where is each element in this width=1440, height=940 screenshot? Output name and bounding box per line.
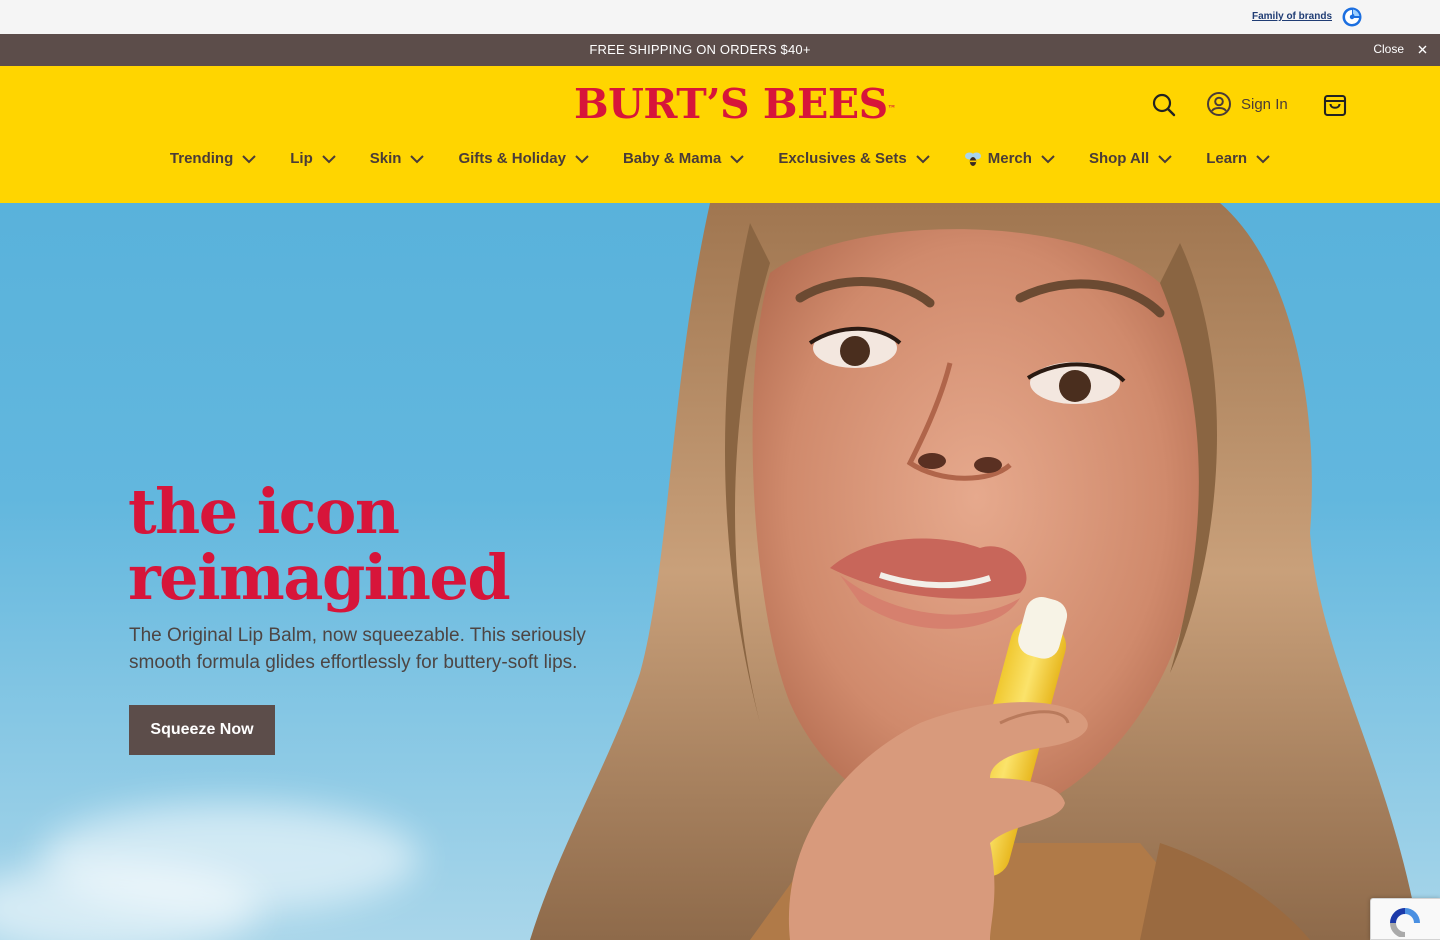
nav-label: Merch — [987, 150, 1032, 167]
squeeze-now-button[interactable]: Squeeze Now — [129, 705, 275, 755]
family-of-brands-link[interactable]: Family of brands — [1252, 11, 1332, 22]
chevron-down-icon — [1158, 154, 1172, 163]
nav-label: Shop All — [1088, 150, 1150, 167]
recaptcha-badge[interactable] — [1370, 898, 1440, 940]
nav-item-skin[interactable]: Skin — [370, 150, 425, 167]
nav-label: Learn — [1206, 150, 1248, 167]
nav-label: Skin — [369, 150, 402, 167]
hero-banner: the icon reimagined The Original Lip Bal… — [0, 203, 1440, 940]
nav-item-gifts-holiday[interactable]: Gifts & Holiday — [458, 150, 589, 167]
nav-label: Baby & Mama — [622, 150, 722, 167]
hero-title-line-1: the icon — [128, 475, 400, 548]
announcement-bar: FREE SHIPPING ON ORDERS $40+ Close — [0, 34, 1440, 66]
logo-text: BURT’S BEES — [574, 80, 888, 128]
announcement-close-button[interactable]: Close — [1373, 42, 1404, 56]
nav-item-shop-all[interactable]: Shop All — [1089, 150, 1172, 167]
chevron-down-icon — [242, 154, 256, 163]
sign-in-button[interactable]: Sign In — [1206, 90, 1288, 118]
nav-item-exclusives-sets[interactable]: Exclusives & Sets — [778, 150, 930, 167]
main-nav: Trending Lip Skin Gifts & Holiday Baby &… — [0, 150, 1440, 167]
bee-icon — [964, 152, 981, 166]
sign-in-label: Sign In — [1241, 95, 1288, 113]
recaptcha-icon — [1390, 908, 1420, 937]
nav-label: Trending — [169, 150, 234, 167]
chevron-down-icon — [730, 154, 745, 163]
account-icon — [1207, 92, 1231, 116]
nav-item-lip[interactable]: Lip — [290, 150, 336, 167]
nav-item-merch[interactable]: Merch — [964, 150, 1055, 167]
hero-title-line-2: reimagined — [128, 541, 511, 614]
hero-woman-photo — [530, 203, 1420, 940]
hero-subtitle: The Original Lip Balm, now squeezable. T… — [129, 625, 586, 673]
burts-bees-logo[interactable]: BURT’S BEES™ — [574, 82, 896, 126]
hero-title: the icon reimagined — [128, 475, 511, 614]
chevron-down-icon — [1041, 154, 1055, 163]
chevron-down-icon — [575, 154, 589, 163]
nav-item-baby-mama[interactable]: Baby & Mama — [622, 150, 745, 167]
nav-item-trending[interactable]: Trending — [170, 150, 256, 167]
logo-trademark: ™ — [887, 103, 896, 113]
nav-label: Exclusives & Sets — [778, 150, 907, 167]
close-icon[interactable] — [1416, 43, 1429, 56]
nav-label: Lip — [290, 150, 313, 167]
utility-bar: Family of brands — [0, 0, 1440, 34]
family-brands-logo-icon[interactable] — [1342, 7, 1362, 27]
search-icon[interactable] — [1151, 92, 1177, 118]
chevron-down-icon — [410, 154, 425, 163]
site-header: BURT’S BEES™ Sign In Trending Lip Skin G… — [0, 66, 1440, 203]
chevron-down-icon — [1256, 154, 1270, 163]
nav-label: Gifts & Holiday — [458, 150, 566, 167]
cart-bag-icon[interactable] — [1322, 90, 1348, 118]
nav-item-learn[interactable]: Learn — [1206, 150, 1270, 167]
announcement-text: FREE SHIPPING ON ORDERS $40+ — [589, 42, 811, 57]
chevron-down-icon — [322, 154, 336, 163]
chevron-down-icon — [916, 154, 930, 163]
